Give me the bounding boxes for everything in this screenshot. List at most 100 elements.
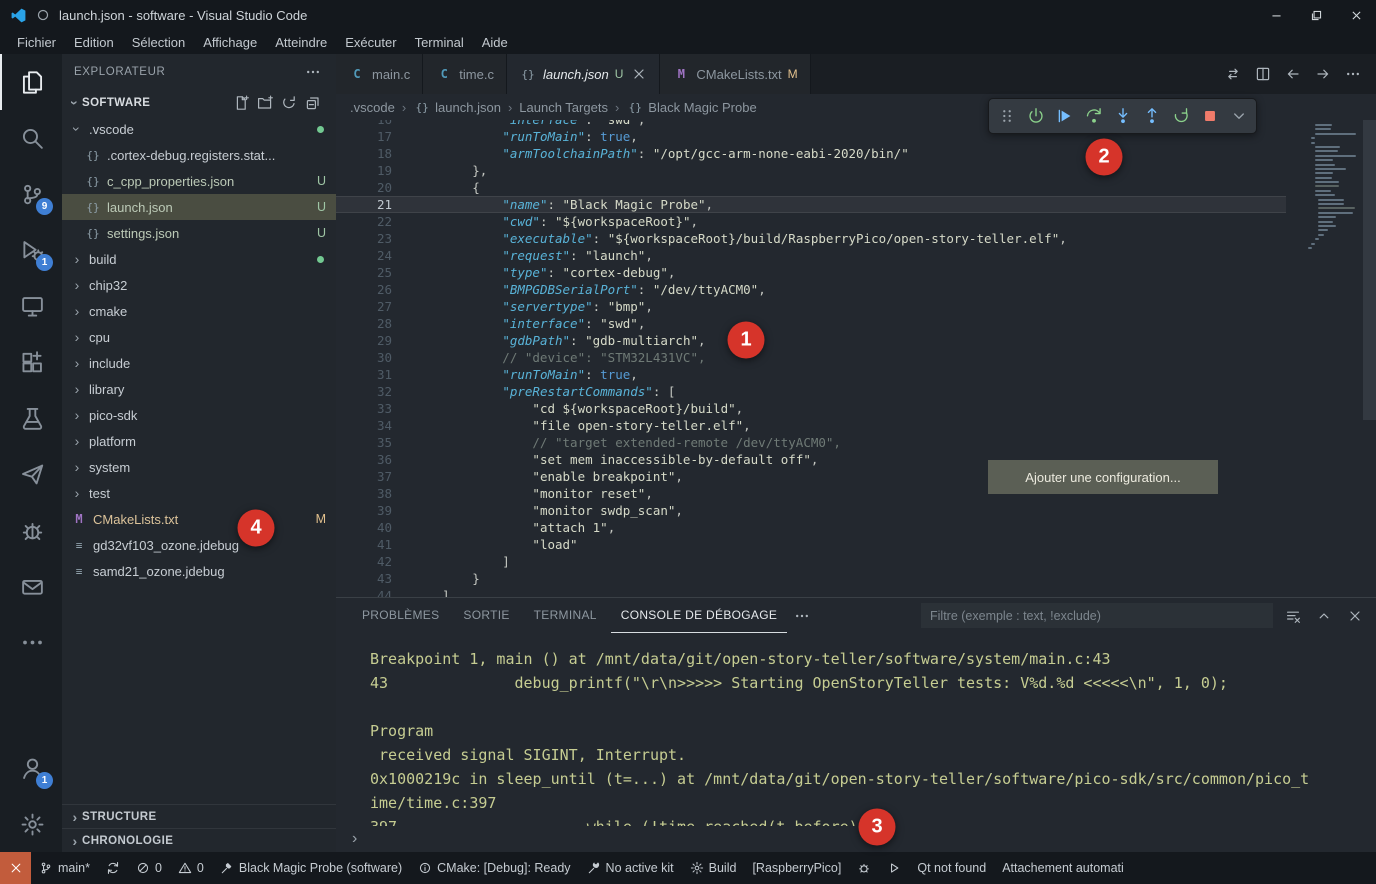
tree-item-test[interactable]: ›test [62,480,336,506]
activity-search[interactable] [0,110,62,166]
menu-item-terminal[interactable]: Terminal [406,33,473,52]
tree-item-gd32vf103-ozone-jdebug[interactable]: ≡gd32vf103_ozone.jdebug [62,532,336,558]
tab-main-c[interactable]: Cmain.c [336,54,423,94]
tree-item-include[interactable]: ›include [62,350,336,376]
code-line-22[interactable]: 22 "cwd": "${workspaceRoot}", [336,213,1286,230]
tree-item-chip32[interactable]: ›chip32 [62,272,336,298]
new-folder-icon[interactable] [254,92,276,114]
code-line-25[interactable]: 25 "type": "cortex-debug", [336,264,1286,281]
code-line-41[interactable]: 41 "load" [336,536,1286,553]
close-icon[interactable] [631,66,647,82]
status-sync[interactable] [98,852,128,884]
section-chronologie[interactable]: ›CHRONOLOGIE [62,828,336,852]
remote-indicator[interactable] [0,852,31,884]
debug-step-out-icon[interactable] [1138,102,1165,130]
code-line-19[interactable]: 19 }, [336,162,1286,179]
breadcrumb-black-magic-probe[interactable]: {}Black Magic Probe [626,100,756,115]
tree-item-settings-json[interactable]: {}settings.jsonU [62,220,336,246]
activity-serial-monitor[interactable] [0,558,62,614]
debug-step-into-icon[interactable] [1109,102,1136,130]
tree-item-c-cpp-properties-json[interactable]: {}c_cpp_properties.jsonU [62,168,336,194]
tree-item-cmakelists-txt[interactable]: MCMakeLists.txtM [62,506,336,532]
code-editor[interactable]: 16 "interface": "swd",17 "runToMain": tr… [336,120,1376,597]
tree-item-platform[interactable]: ›platform [62,428,336,454]
section-structure[interactable]: ›STRUCTURE [62,804,336,828]
menu-item-aide[interactable]: Aide [473,33,517,52]
code-line-29[interactable]: 29 "gdbPath": "gdb-multiarch", [336,332,1286,349]
tree-item-vscode[interactable]: ›.vscode [62,116,336,142]
code-line-28[interactable]: 28 "interface": "swd", [336,315,1286,332]
status-git-branch[interactable]: main* [31,852,98,884]
status-debug-configuration[interactable]: Black Magic Probe (software) [212,852,410,884]
debug-console-input[interactable]: › [336,826,1376,852]
panel-tab-probl-mes[interactable]: PROBLÈMES [352,598,449,633]
status-warnings[interactable]: 0 [170,852,212,884]
debug-grip-icon[interactable] [993,102,1020,130]
code-line-31[interactable]: 31 "runToMain": true, [336,366,1286,383]
code-line-40[interactable]: 40 "attach 1", [336,519,1286,536]
code-line-27[interactable]: 27 "servertype": "bmp", [336,298,1286,315]
more-icon[interactable] [1342,63,1364,85]
code-line-35[interactable]: 35 // "target extended-remote /dev/ttyAC… [336,434,1286,451]
tab-launch-json[interactable]: {}launch.jsonU [507,54,660,94]
tree-item-library[interactable]: ›library [62,376,336,402]
status-cmake-status[interactable]: CMake: [Debug]: Ready [410,852,578,884]
breadcrumb-launch-json[interactable]: {}launch.json [413,100,501,115]
minimize-button[interactable] [1256,0,1296,30]
activity-test-explorer[interactable] [0,390,62,446]
debug-stop-icon[interactable] [1196,102,1223,130]
add-configuration-button[interactable]: Ajouter une configuration... [988,460,1218,494]
close-panel-icon[interactable] [1344,605,1366,627]
panel-tab-terminal[interactable]: TERMINAL [524,598,607,633]
status-errors[interactable]: 0 [128,852,170,884]
new-file-icon[interactable] [230,92,252,114]
tab-cmakelists-txt[interactable]: MCMakeLists.txtM [660,54,810,94]
menu-item-ex-cuter[interactable]: Exécuter [336,33,405,52]
activity-accounts[interactable]: 1 [0,740,62,796]
code-line-34[interactable]: 34 "file open-story-teller.elf", [336,417,1286,434]
close-button[interactable] [1336,0,1376,30]
console-filter-input[interactable] [921,603,1273,628]
menu-item-atteindre[interactable]: Atteindre [266,33,336,52]
status-cmake-kit[interactable]: No active kit [579,852,682,884]
tree-item-cortex-debug-registers-stat[interactable]: {}.cortex-debug.registers.stat... [62,142,336,168]
tree-item-cmake[interactable]: ›cmake [62,298,336,324]
tree-item-build[interactable]: ›build [62,246,336,272]
chevron-up-icon[interactable] [1313,605,1335,627]
code-line-20[interactable]: 20 { [336,179,1286,196]
debug-chevron-down-icon[interactable] [1225,102,1252,130]
explorer-section-software[interactable]: › SOFTWARE [62,90,336,116]
split-editor-icon[interactable] [1252,63,1274,85]
arrow-right-icon[interactable] [1312,63,1334,85]
activity-explorer[interactable] [0,54,62,110]
debug-restart-icon[interactable] [1167,102,1194,130]
code-line-32[interactable]: 32 "preRestartCommands": [ [336,383,1286,400]
menu-item-edition[interactable]: Edition [65,33,123,52]
debug-step-over-icon[interactable] [1080,102,1107,130]
tree-item-pico-sdk[interactable]: ›pico-sdk [62,402,336,428]
status-cmake-target[interactable]: [RaspberryPico] [744,852,849,884]
collapse-all-icon[interactable] [302,92,324,114]
activity-run-debug[interactable]: 1 [0,222,62,278]
activity-extensions[interactable] [0,334,62,390]
tree-item-cpu[interactable]: ›cpu [62,324,336,350]
debug-power-icon[interactable] [1022,102,1049,130]
code-line-18[interactable]: 18 "armToolchainPath": "/opt/gcc-arm-non… [336,145,1286,162]
status-cmake-build[interactable]: Build [682,852,745,884]
code-line-42[interactable]: 42 ] [336,553,1286,570]
debug-continue-icon[interactable] [1051,102,1078,130]
activity-remote-explorer[interactable] [0,278,62,334]
code-line-26[interactable]: 26 "BMPGDBSerialPort": "/dev/ttyACM0", [336,281,1286,298]
code-line-24[interactable]: 24 "request": "launch", [336,247,1286,264]
refresh-icon[interactable] [278,92,300,114]
minimap[interactable] [1304,124,1358,251]
tree-item-launch-json[interactable]: {}launch.jsonU [62,194,336,220]
more-actions-icon[interactable] [791,605,813,627]
compare-changes-icon[interactable] [1222,63,1244,85]
breadcrumb-vscode[interactable]: .vscode [350,100,395,115]
activity-more[interactable] [0,614,62,670]
tab-time-c[interactable]: Ctime.c [423,54,507,94]
tree-item-samd21-ozone-jdebug[interactable]: ≡samd21_ozone.jdebug [62,558,336,584]
clear-console-icon[interactable] [1282,605,1304,627]
status-cmake-debug[interactable] [849,852,879,884]
